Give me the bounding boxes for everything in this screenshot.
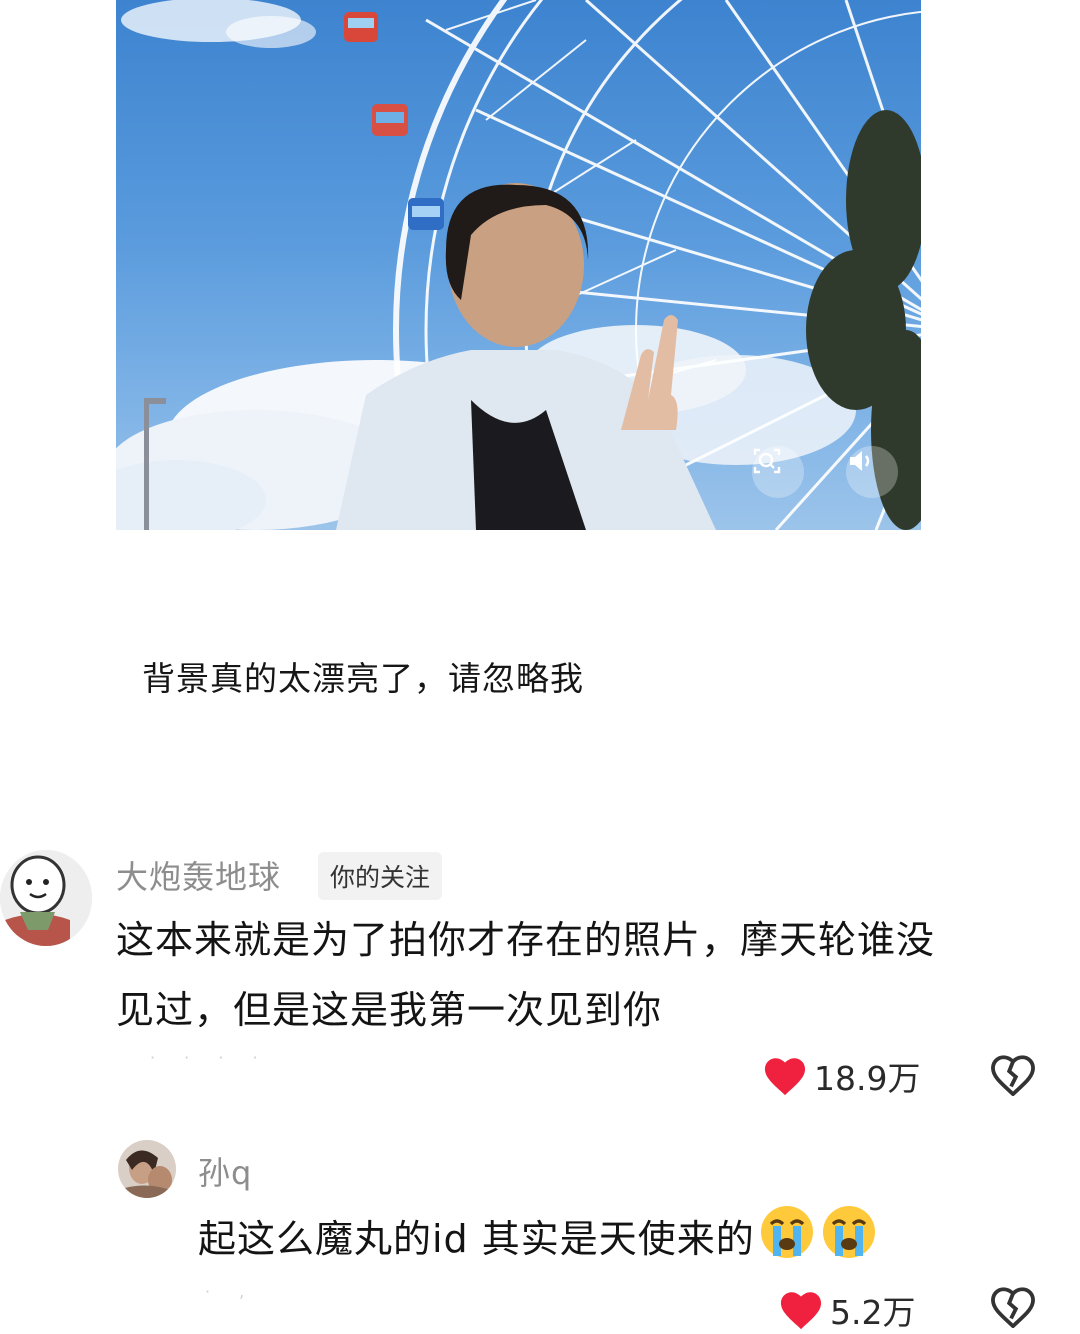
cartoon-avatar-icon bbox=[0, 850, 92, 946]
sound-button[interactable] bbox=[846, 446, 898, 498]
post-video[interactable] bbox=[116, 0, 921, 530]
ferris-wheel-photo bbox=[116, 0, 921, 530]
dislike-button[interactable] bbox=[990, 1286, 1036, 1332]
comment-text-line: 见过，但是这是我第一次见到你 bbox=[116, 988, 663, 1032]
comment-text-line: 这本来就是为了拍你才存在的照片，摩天轮谁没 bbox=[116, 918, 936, 962]
faint-reply-hint: · · · · bbox=[150, 1048, 270, 1067]
crying-emoji-icon bbox=[757, 1202, 817, 1282]
broken-heart-icon bbox=[991, 1055, 1035, 1097]
crying-emoji-icon bbox=[819, 1202, 879, 1282]
photo-avatar-icon bbox=[118, 1140, 176, 1198]
like-button[interactable]: 5.2万 bbox=[778, 1286, 915, 1334]
like-button[interactable]: 18.9万 bbox=[762, 1052, 920, 1100]
dislike-button[interactable] bbox=[990, 1054, 1036, 1100]
speaker-icon bbox=[850, 451, 870, 471]
comment-text-content: 起这么魔丸的id 其实是天使来的 bbox=[198, 1217, 755, 1261]
avatar[interactable] bbox=[0, 850, 92, 946]
comment-text: 起这么魔丸的id 其实是天使来的 bbox=[198, 1202, 879, 1282]
avatar[interactable] bbox=[118, 1140, 176, 1198]
comment-username[interactable]: 大炮轰地球 bbox=[116, 852, 281, 898]
following-badge: 你的关注 bbox=[318, 852, 443, 900]
post-caption: 背景真的太漂亮了，请忽略我 bbox=[142, 659, 584, 698]
zoom-icon bbox=[753, 448, 781, 474]
broken-heart-icon bbox=[991, 1287, 1035, 1329]
faint-reply-hint: · , bbox=[205, 1282, 257, 1301]
heart-icon bbox=[764, 1058, 806, 1096]
comment-username[interactable]: 孙q bbox=[198, 1148, 252, 1194]
zoom-button[interactable] bbox=[752, 446, 804, 498]
like-count: 18.9万 bbox=[814, 1059, 921, 1098]
heart-icon bbox=[780, 1292, 822, 1330]
like-count: 5.2万 bbox=[830, 1293, 916, 1332]
